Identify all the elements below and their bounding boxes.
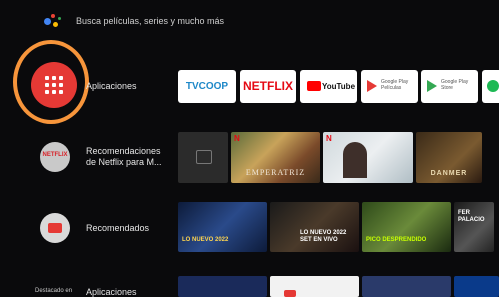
youtube-row-icon[interactable]: [40, 213, 70, 243]
row-label-featured-apps: Aplicaciones: [86, 287, 137, 297]
app-sub: Store: [441, 85, 453, 91]
youtube-icon: [307, 81, 321, 91]
featured-tile-1[interactable]: [178, 276, 267, 297]
rec-thumb-1[interactable]: LO NUEVO 2022: [178, 202, 267, 252]
featured-tile-2[interactable]: [270, 276, 359, 297]
youtube-icon: [48, 223, 62, 233]
row-label-netflix: Recomendaciones de Netflix para M...: [86, 146, 162, 168]
label-line-1: Recomendaciones: [86, 146, 161, 156]
tv-icon: [196, 150, 212, 164]
featured-tile-3[interactable]: [362, 276, 451, 297]
search-input[interactable]: Busca películas, series y mucho más: [76, 16, 224, 26]
app-sub: Películas: [381, 85, 402, 91]
rec-thumb-3[interactable]: PICO DESPRENDIDO: [362, 202, 451, 252]
grid-icon: [45, 76, 63, 94]
label-line-2: de Netflix para M...: [86, 157, 162, 167]
row-label-recommended: Recomendados: [86, 223, 150, 233]
rec-thumb-2[interactable]: LO NUEVO 2022 SET EN VIVO: [270, 202, 359, 252]
netflix-thumb-1[interactable]: [178, 132, 228, 183]
app-google-play-movies[interactable]: Google Play Películas: [361, 70, 418, 103]
youtube-icon: [284, 290, 296, 297]
spotify-icon: [487, 80, 499, 92]
featured-label: Destacado en: [35, 288, 73, 294]
app-tvcoop[interactable]: TVCOOP: [178, 70, 236, 103]
featured-tile-4[interactable]: [454, 276, 499, 297]
apps-icon[interactable]: [31, 62, 77, 108]
netflix-thumb-dahmer[interactable]: DANMER: [416, 132, 482, 183]
google-assistant-icon[interactable]: [44, 14, 62, 30]
play-movies-icon: [367, 80, 377, 92]
app-netflix[interactable]: NETFLIX: [240, 70, 296, 103]
app-google-play-store[interactable]: Google Play Store: [421, 70, 478, 103]
netflix-thumb-3[interactable]: N: [323, 132, 413, 183]
netflix-row-icon[interactable]: NETFLIX: [40, 142, 70, 172]
play-store-icon: [427, 80, 437, 92]
row-label-apps: Aplicaciones: [86, 81, 137, 91]
rec-thumb-4[interactable]: FER PALACIO: [454, 202, 494, 252]
top-bar: Busca películas, series y mucho más: [0, 0, 499, 44]
app-spotify-partial[interactable]: [482, 70, 499, 103]
netflix-thumb-emperatriz[interactable]: N EMPERATRIZ: [231, 132, 320, 183]
person-figure: [343, 142, 367, 178]
app-youtube[interactable]: YouTube: [300, 70, 357, 103]
